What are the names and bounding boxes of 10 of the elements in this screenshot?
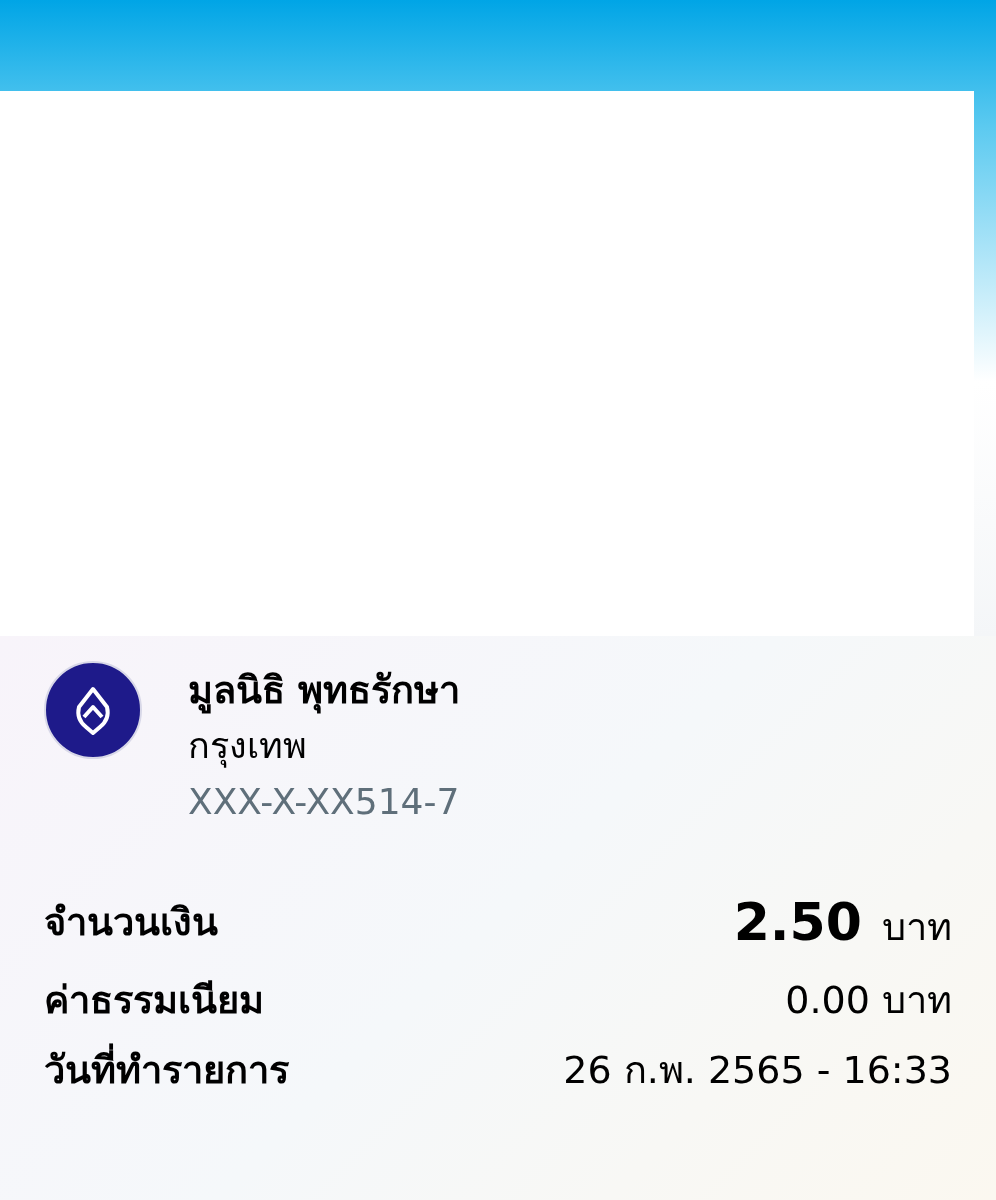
detail-label: ค่าธรรมเนียม xyxy=(44,977,264,1024)
bank-logo-icon xyxy=(44,661,142,759)
detail-value: 0.00 บาท xyxy=(785,977,952,1024)
recipient-name: มูลนิธิ พุทธรักษา xyxy=(188,667,461,716)
detail-value: 26 ก.พ. 2565 - 16:33 xyxy=(563,1046,952,1094)
detail-label: จำนวนเงิน xyxy=(44,898,218,946)
amount-value: 2.50 xyxy=(733,891,862,954)
currency-unit: บาท xyxy=(882,904,952,951)
account-number: XXX-X-XX514-7 xyxy=(188,780,461,824)
bank-name: กรุงเทพ xyxy=(188,724,308,770)
